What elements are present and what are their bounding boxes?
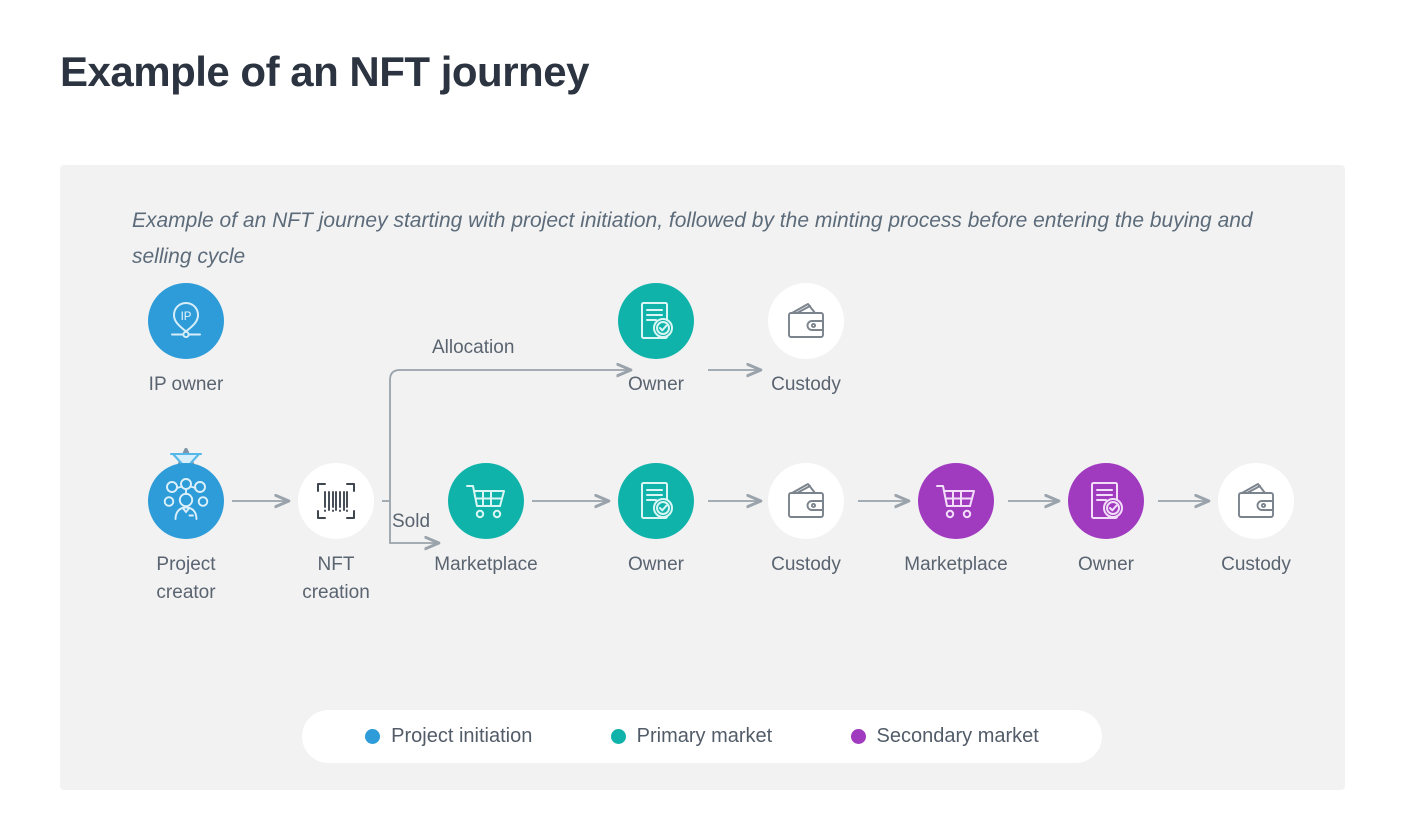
node-owner-primary[interactable]: Owner (618, 463, 694, 579)
legend-item-secondary-market: Secondary market (850, 725, 1039, 748)
edge-label-sold: Sold (392, 511, 431, 532)
legend-label: Primary market (636, 725, 773, 747)
node-owner-allocation[interactable]: Owner (618, 283, 694, 399)
legend-dot-icon (850, 729, 866, 744)
legend-dot-icon (610, 729, 626, 744)
node-ip-owner[interactable]: IP IP owner (148, 283, 224, 399)
node-label: Custody (771, 374, 841, 395)
node-label: Owner (628, 554, 684, 575)
legend-item-project-initiation: Project initiation (365, 725, 532, 748)
page-title: Example of an NFT journey (60, 48, 589, 95)
certificate-seal-icon (618, 283, 694, 359)
node-project-creator[interactable]: Project creator (148, 463, 224, 606)
connector-layer (60, 165, 1345, 725)
node-label: Owner (628, 374, 684, 395)
wallet-icon (768, 463, 844, 539)
shopping-cart-icon (918, 463, 994, 539)
diagram-panel: Example of an NFT journey starting with … (60, 165, 1345, 790)
node-marketplace-primary[interactable]: Marketplace (434, 463, 538, 579)
certificate-seal-icon (1068, 463, 1144, 539)
node-custody-primary[interactable]: Custody (768, 463, 844, 579)
legend: Project initiation Primary market Second… (302, 710, 1102, 763)
node-label: Custody (1221, 554, 1291, 575)
legend-item-primary-market: Primary market (610, 725, 773, 748)
node-label: Owner (1078, 554, 1134, 575)
node-label: Marketplace (904, 554, 1008, 575)
node-marketplace-secondary[interactable]: Marketplace (904, 463, 1008, 579)
barcode-scan-icon (298, 463, 374, 539)
node-nft-creation[interactable]: NFT creation (298, 463, 374, 606)
node-label: NFT creation (302, 554, 370, 603)
wallet-icon (1218, 463, 1294, 539)
node-label: Project creator (156, 554, 216, 603)
node-owner-secondary[interactable]: Owner (1068, 463, 1144, 579)
node-label: IP owner (148, 374, 224, 395)
svg-text:IP: IP (181, 311, 192, 323)
node-label: Custody (771, 554, 841, 575)
node-custody-allocation[interactable]: Custody (768, 283, 844, 399)
flow-diagram: Allocation Sold IP IP owner Project crea… (60, 165, 1345, 790)
node-label: Marketplace (434, 554, 538, 575)
certificate-seal-icon (618, 463, 694, 539)
legend-label: Project initiation (391, 725, 533, 747)
node-custody-secondary[interactable]: Custody (1218, 463, 1294, 579)
legend-label: Secondary market (876, 725, 1039, 747)
edge-label-allocation: Allocation (432, 337, 515, 358)
wallet-icon (768, 283, 844, 359)
ip-pin-icon: IP (148, 283, 224, 359)
page-root: Example of an NFT journey Example of an … (0, 0, 1405, 836)
people-network-icon (148, 463, 224, 539)
shopping-cart-icon (448, 463, 524, 539)
legend-dot-icon (365, 729, 381, 744)
